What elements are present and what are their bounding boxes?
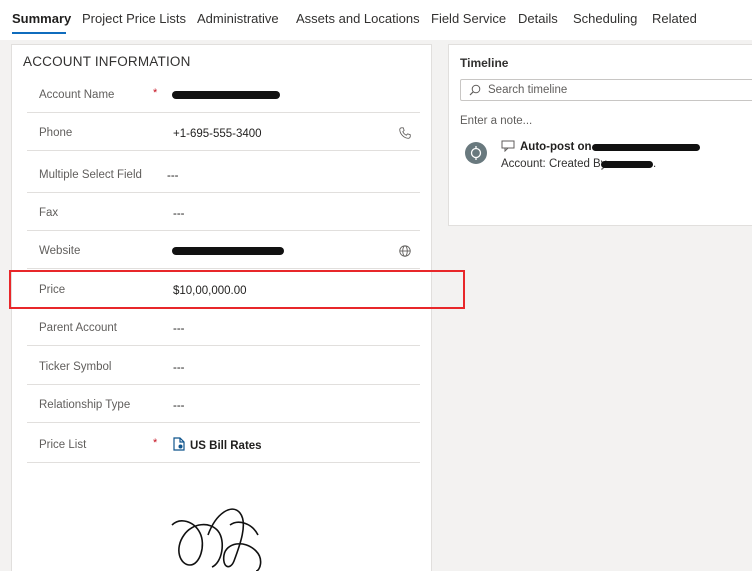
field-value: --- xyxy=(173,208,185,220)
field-value[interactable]: +1-695-555-3400 xyxy=(173,128,262,140)
document-icon xyxy=(173,437,185,451)
redacted-post-author xyxy=(601,161,653,168)
field-label: Website xyxy=(39,245,81,257)
tab-field-service[interactable]: Field Service xyxy=(431,11,506,26)
field-value: --- xyxy=(173,323,185,335)
tab-project-price-lists[interactable]: Project Price Lists xyxy=(82,11,186,26)
tab-related[interactable]: Related xyxy=(652,11,697,26)
field-website[interactable]: Website xyxy=(12,231,420,269)
field-label: Relationship Type xyxy=(39,399,131,411)
field-multiple-select[interactable]: Multiple Select Field --- xyxy=(12,155,420,193)
field-label: Ticker Symbol xyxy=(39,361,112,373)
field-parent-account[interactable]: Parent Account --- xyxy=(12,308,420,346)
required-indicator: * xyxy=(153,87,158,99)
active-tab-indicator xyxy=(12,32,66,34)
globe-icon[interactable] xyxy=(398,244,412,258)
required-indicator: * xyxy=(153,437,158,449)
search-placeholder: Search timeline xyxy=(488,84,568,96)
field-value: --- xyxy=(167,170,179,182)
price-highlight-box xyxy=(9,270,465,309)
note-input[interactable]: Enter a note... xyxy=(460,115,532,127)
timeline-title: Timeline xyxy=(460,56,509,70)
field-value: --- xyxy=(173,400,185,412)
field-divider xyxy=(27,150,420,151)
field-relationship-type[interactable]: Relationship Type --- xyxy=(12,385,420,423)
field-label: Account Name xyxy=(39,89,115,101)
timeline-section: Timeline Search timeline Enter a note...… xyxy=(448,44,752,226)
field-account-name[interactable]: Account Name * xyxy=(12,75,420,113)
tab-assets-and-locations[interactable]: Assets and Locations xyxy=(296,11,420,26)
price-list-link[interactable]: US Bill Rates xyxy=(190,440,262,452)
tab-scheduling[interactable]: Scheduling xyxy=(573,11,637,26)
section-title: ACCOUNT INFORMATION xyxy=(23,54,191,69)
post-period: . xyxy=(653,158,657,170)
field-divider xyxy=(27,422,420,423)
redacted-value xyxy=(172,91,280,99)
field-value: --- xyxy=(173,362,185,374)
field-label: Parent Account xyxy=(39,322,117,334)
post-title: Auto-post on xyxy=(520,141,592,153)
search-icon xyxy=(469,84,481,96)
field-phone[interactable]: Phone +1-695-555-3400 xyxy=(12,113,420,151)
field-label: Fax xyxy=(39,207,59,219)
tab-bar: Summary Project Price Lists Administrati… xyxy=(0,0,752,40)
field-price-list[interactable]: Price List * US Bill Rates xyxy=(12,425,420,463)
field-divider xyxy=(27,345,420,346)
field-divider xyxy=(27,268,420,269)
auto-post-icon xyxy=(501,140,515,152)
field-label: Phone xyxy=(39,127,73,139)
field-ticker-symbol[interactable]: Ticker Symbol --- xyxy=(12,347,420,385)
field-divider xyxy=(27,462,420,463)
field-label: Multiple Select Field xyxy=(39,169,142,181)
signature-scribble xyxy=(171,508,262,571)
tab-details[interactable]: Details xyxy=(518,11,558,26)
bot-avatar-icon xyxy=(465,142,487,164)
phone-icon[interactable] xyxy=(398,126,412,140)
timeline-search-input[interactable]: Search timeline xyxy=(460,79,752,101)
redacted-post-target xyxy=(592,144,700,151)
tab-summary[interactable]: Summary xyxy=(12,11,71,26)
redacted-value xyxy=(172,247,284,255)
post-subtitle: Account: Created By xyxy=(501,158,607,170)
field-label: Price List xyxy=(39,439,87,451)
field-fax[interactable]: Fax --- xyxy=(12,193,420,231)
tab-administrative[interactable]: Administrative xyxy=(197,11,279,26)
